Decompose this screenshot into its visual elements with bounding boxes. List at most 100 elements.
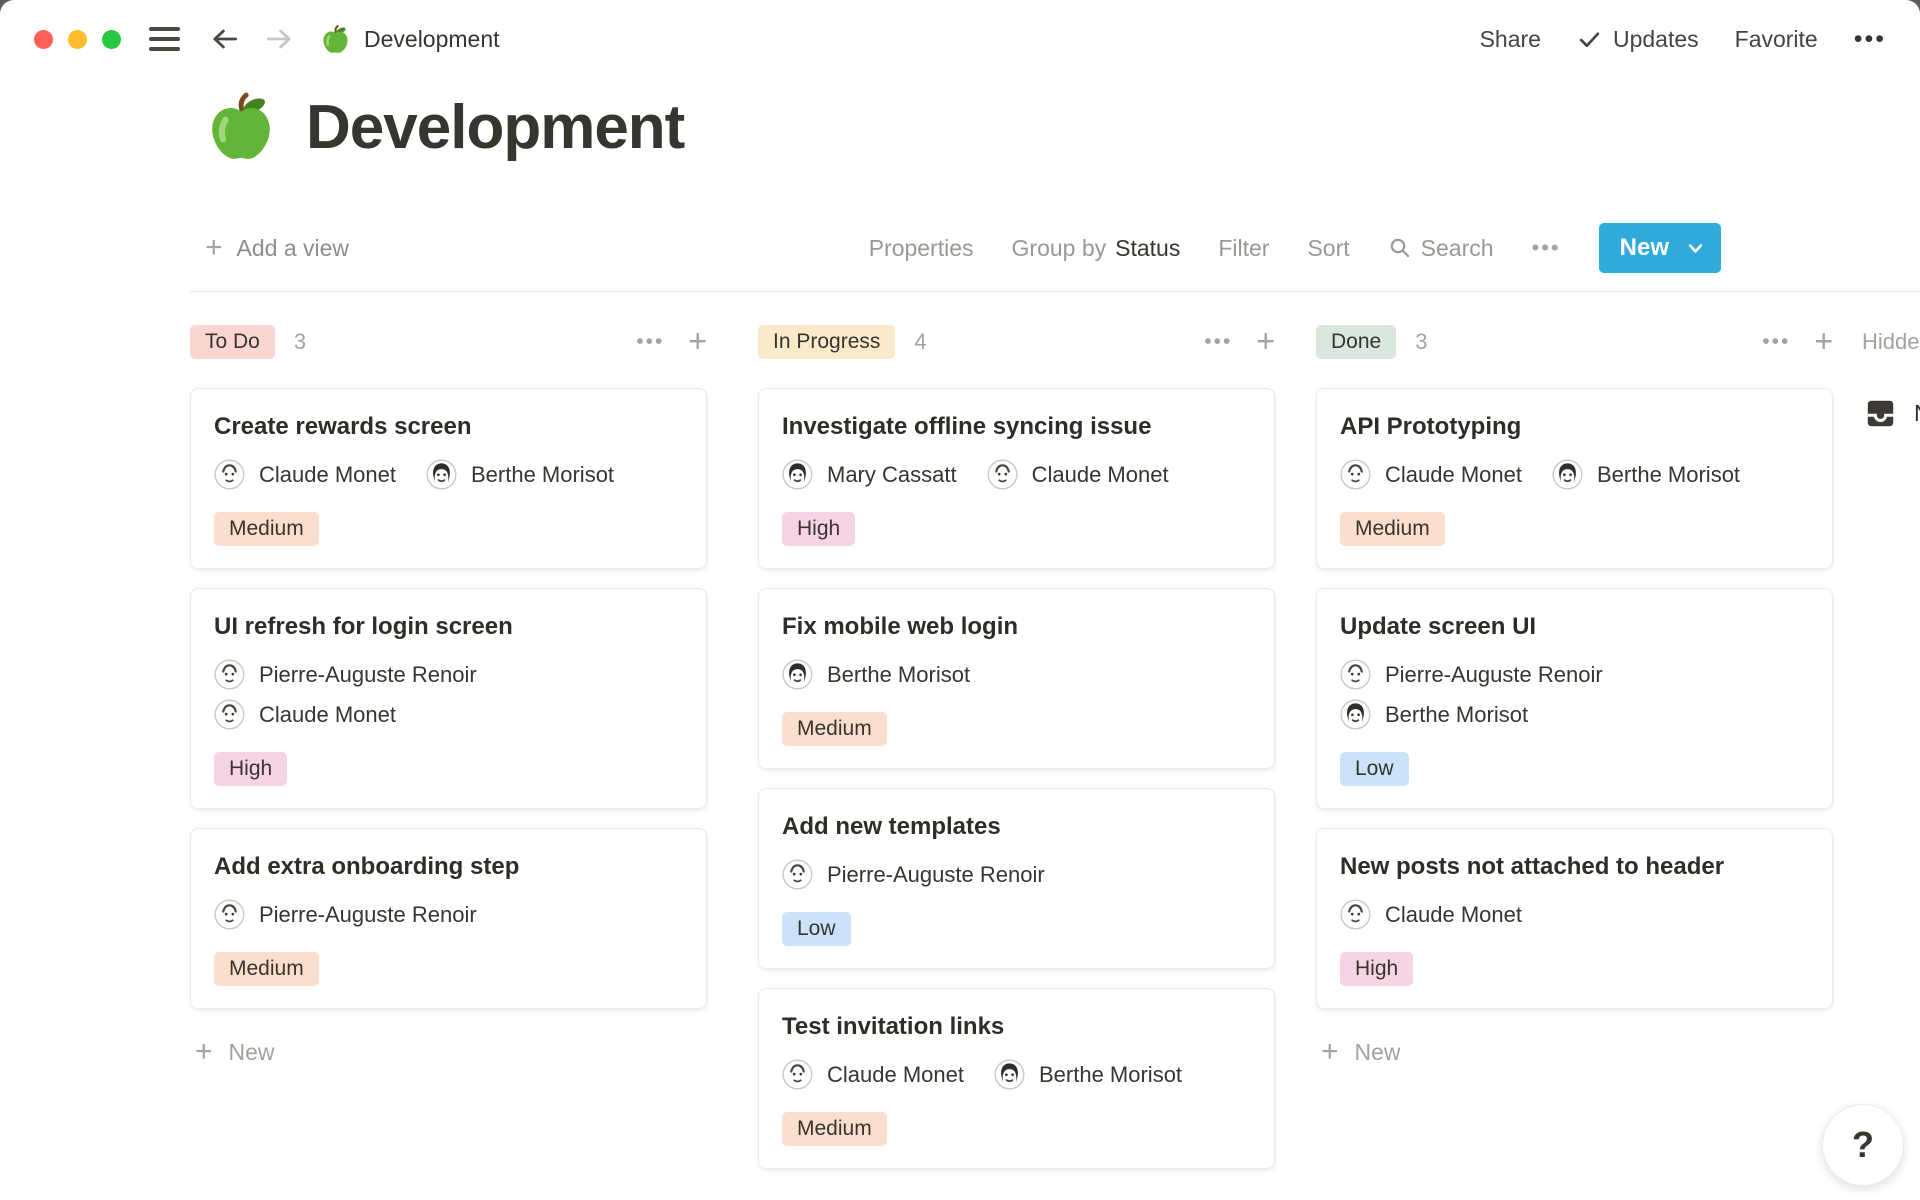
new-card-button[interactable]: + New — [190, 1037, 707, 1067]
assignee: Claude Monet — [214, 699, 396, 730]
kanban-card[interactable]: Add new templates Pierre-Auguste Renoir … — [758, 788, 1275, 969]
kanban-card[interactable]: Investigate offline syncing issue Mary C… — [758, 388, 1275, 569]
new-button[interactable]: New — [1599, 223, 1721, 273]
kanban-card[interactable]: UI refresh for login screen Pierre-Augus… — [190, 588, 707, 809]
man-portrait-avatar — [1340, 659, 1371, 690]
assignee: Pierre-Auguste Renoir — [782, 859, 1045, 890]
zoom-window-button[interactable] — [102, 30, 121, 49]
assignee-name: Claude Monet — [827, 1062, 964, 1088]
assignee: Pierre-Auguste Renoir — [214, 659, 477, 690]
kanban-card[interactable]: Create rewards screen Claude Monet Berth… — [190, 388, 707, 569]
column-add-icon[interactable]: + — [1814, 329, 1833, 355]
search-label: Search — [1421, 235, 1494, 262]
column-add-icon[interactable]: + — [1256, 329, 1275, 355]
column-more-icon[interactable]: ••• — [636, 330, 664, 354]
kanban-card[interactable]: Test invitation links Claude Monet Berth… — [758, 988, 1275, 1169]
filter-button[interactable]: Filter — [1218, 235, 1269, 262]
share-button[interactable]: Share — [1480, 26, 1541, 53]
back-arrow-icon[interactable] — [210, 26, 240, 52]
priority-tag: Low — [782, 912, 851, 946]
assignee: Berthe Morisot — [994, 1059, 1182, 1090]
view-toolbar: + Add a view Properties Group by Status … — [205, 222, 1721, 274]
column-header: To Do 3 ••• + — [190, 318, 707, 366]
column-to-do: To Do 3 ••• + Create rewards screen Clau… — [190, 318, 707, 1067]
card-title: New posts not attached to header — [1340, 853, 1809, 881]
status-pill-todo[interactable]: To Do — [190, 325, 275, 359]
new-card-button[interactable]: + New — [1316, 1037, 1833, 1067]
new-card-label: New — [229, 1039, 275, 1066]
assignee-name: Mary Cassatt — [827, 462, 957, 488]
check-icon — [1577, 27, 1602, 52]
sidebar-menu-icon[interactable] — [149, 27, 180, 51]
woman-portrait-avatar — [782, 659, 813, 690]
properties-button[interactable]: Properties — [869, 235, 974, 262]
chevron-down-icon[interactable] — [1686, 239, 1705, 258]
column-count: 3 — [1415, 329, 1427, 355]
kanban-board: To Do 3 ••• + Create rewards screen Clau… — [190, 318, 1920, 1200]
assignee-name: Claude Monet — [1032, 462, 1169, 488]
assignee: Claude Monet — [214, 459, 396, 490]
more-options-icon[interactable]: ••• — [1854, 25, 1886, 54]
add-view-button[interactable]: + Add a view — [205, 233, 349, 263]
column-more-icon[interactable]: ••• — [1762, 330, 1790, 354]
priority-tag: High — [1340, 952, 1413, 986]
kanban-card[interactable]: Add extra onboarding step Pierre-Auguste… — [190, 828, 707, 1009]
assignee: Claude Monet — [782, 1059, 964, 1090]
kanban-card[interactable]: API Prototyping Claude Monet Berthe Mori… — [1316, 388, 1833, 569]
assignee-name: Claude Monet — [259, 702, 396, 728]
forward-arrow-icon[interactable] — [264, 26, 294, 52]
assignee: Claude Monet — [987, 459, 1169, 490]
new-card-label: New — [1355, 1039, 1401, 1066]
search-icon — [1388, 236, 1412, 260]
page-apple-icon — [320, 24, 351, 55]
card-title: Test invitation links — [782, 1013, 1251, 1041]
assignee: Berthe Morisot — [1552, 459, 1740, 490]
column-add-icon[interactable]: + — [688, 329, 707, 355]
inbox-tray-icon — [1862, 395, 1899, 432]
assignee-name: Pierre-Auguste Renoir — [259, 902, 477, 928]
man-portrait-avatar — [782, 859, 813, 890]
column-more-icon[interactable]: ••• — [1204, 330, 1232, 354]
assignee-name: Berthe Morisot — [827, 662, 970, 688]
page-apple-icon-large[interactable] — [204, 90, 278, 164]
updates-label: Updates — [1613, 26, 1699, 53]
updates-button[interactable]: Updates — [1577, 26, 1699, 53]
column-count: 4 — [914, 329, 926, 355]
priority-tag: Medium — [782, 1112, 887, 1146]
sort-button[interactable]: Sort — [1307, 235, 1349, 262]
column-header: In Progress 4 ••• + — [758, 318, 1275, 366]
assignee-name: Claude Monet — [259, 462, 396, 488]
toolbar-more-icon[interactable]: ••• — [1532, 235, 1561, 261]
card-title: Fix mobile web login — [782, 613, 1251, 641]
assignee: Berthe Morisot — [426, 459, 614, 490]
kanban-card[interactable]: New posts not attached to header Claude … — [1316, 828, 1833, 1009]
minimize-window-button[interactable] — [68, 30, 87, 49]
man-portrait-avatar — [214, 659, 245, 690]
priority-tag: High — [782, 512, 855, 546]
assignee-name: Berthe Morisot — [1597, 462, 1740, 488]
close-window-button[interactable] — [34, 30, 53, 49]
woman-portrait-avatar — [426, 459, 457, 490]
assignee-name: Pierre-Auguste Renoir — [827, 862, 1045, 888]
favorite-button[interactable]: Favorite — [1735, 26, 1818, 53]
man-portrait-avatar — [214, 459, 245, 490]
window-controls — [34, 30, 121, 49]
assignee: Mary Cassatt — [782, 459, 957, 490]
man-portrait-avatar — [987, 459, 1018, 490]
card-title: Create rewards screen — [214, 413, 683, 441]
assignee: Claude Monet — [1340, 459, 1522, 490]
status-pill-done[interactable]: Done — [1316, 325, 1396, 359]
group-by-button[interactable]: Group by Status — [1012, 235, 1181, 262]
kanban-card[interactable]: Fix mobile web login Berthe Morisot Medi… — [758, 588, 1275, 769]
group-by-value: Status — [1115, 235, 1180, 262]
hidden-columns-label[interactable]: Hidden — [1862, 318, 1920, 355]
woman-portrait-avatar — [782, 459, 813, 490]
search-button[interactable]: Search — [1388, 235, 1494, 262]
hidden-group[interactable]: N — [1862, 395, 1920, 432]
status-pill-in-progress[interactable]: In Progress — [758, 325, 895, 359]
plus-icon: + — [1321, 1037, 1339, 1067]
kanban-card[interactable]: Update screen UI Pierre-Auguste Renoir B… — [1316, 588, 1833, 809]
breadcrumb[interactable]: Development — [320, 24, 500, 55]
help-button[interactable]: ? — [1822, 1104, 1904, 1186]
column-count: 3 — [294, 329, 306, 355]
